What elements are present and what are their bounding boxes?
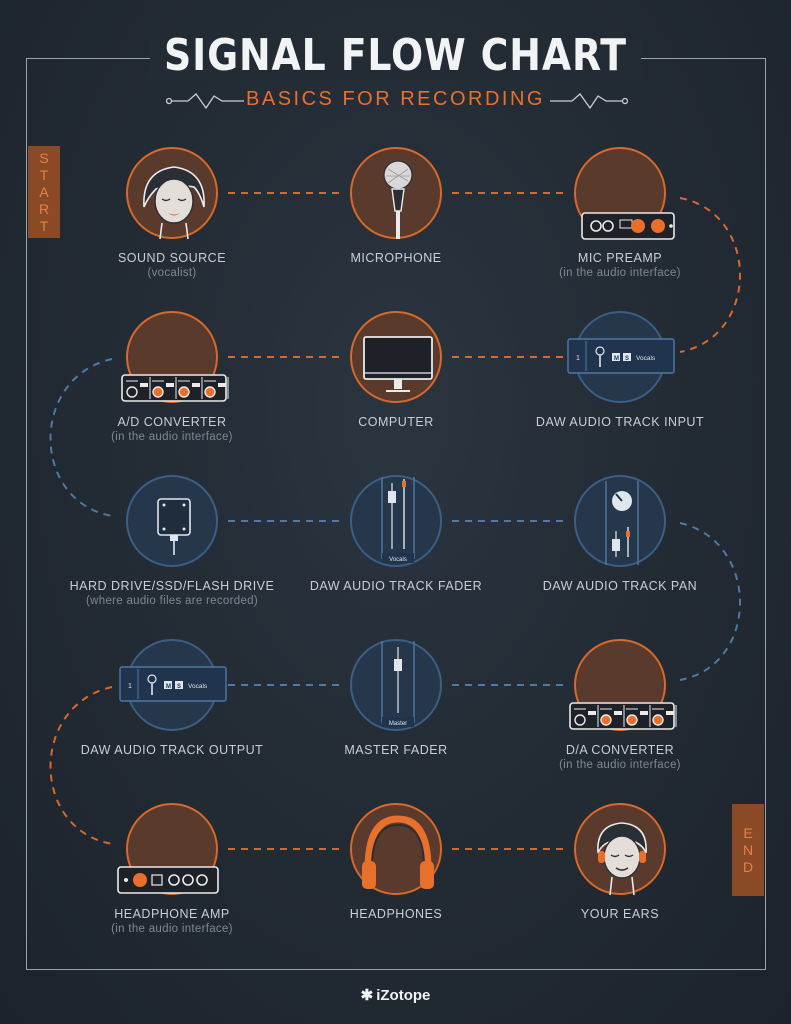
svg-text:S: S [177,684,181,690]
node-label-text: HEADPHONES [349,907,443,921]
node-label-text: A/D CONVERTER [117,415,227,429]
svg-text:M: M [614,356,619,362]
node-master-fader: Master [350,639,442,731]
node-label-text: COMPUTER [358,415,434,429]
node-label: HEADPHONES [286,907,506,921]
node-hard-drive-ssd-flash-drive [126,475,218,567]
svg-text:S: S [625,356,629,362]
connector-curve [49,686,113,845]
svg-text:Vocals: Vocals [636,355,656,362]
node-headphone-amp [117,803,219,895]
brand-logo: ✱ iZotope [0,986,791,1004]
node-label-text: SOUND SOURCE [117,251,227,265]
node-label-text: D/A CONVERTER [565,743,675,757]
node-label-text: MICROPHONE [350,251,442,265]
node-label: D/A CONVERTER (in the audio interface) [510,743,730,771]
svg-text:Vocals: Vocals [389,557,407,563]
track-strip-icon: 1 M S Vocals [119,666,227,702]
connector-curve [679,522,741,681]
node-label-text: DAW AUDIO TRACK INPUT [535,415,705,429]
node-label-text: YOUR EARS [580,907,660,921]
svg-text:1: 1 [128,683,132,690]
drive-icon [157,498,191,555]
node-daw-audio-track-output: 1 M S Vocals [119,639,227,731]
node-label: COMPUTER [286,415,506,429]
node-label: SOUND SOURCE (vocalist) [62,251,282,279]
monitor-icon [363,336,433,392]
node-label: MASTER FADER [286,743,506,757]
svg-text:Master: Master [389,721,407,727]
node-label: HEADPHONE AMP (in the audio interface) [62,907,282,935]
pan-knob-icon [605,481,639,565]
node-label: A/D CONVERTER (in the audio interface) [62,415,282,443]
node-label-text: MIC PREAMP [577,251,663,265]
headphone-amp-icon [117,866,219,894]
node-daw-audio-track-input: 1 M S Vocals [567,311,675,403]
node-label: HARD DRIVE/SSD/FLASH DRIVE (where audio f… [62,579,282,607]
preamp-icon [581,212,675,240]
node-label-text: DAW AUDIO TRACK FADER [309,579,483,593]
node-label: DAW AUDIO TRACK PAN [510,579,730,593]
izotope-logo-icon: ✱ [360,987,374,1004]
node-your-ears [574,803,666,896]
microphone-icon [383,160,413,239]
node-label-text: DAW AUDIO TRACK OUTPUT [80,743,264,757]
node-sublabel: (where audio files are recorded) [86,595,258,607]
node-label: DAW AUDIO TRACK OUTPUT [62,743,282,757]
node-label: YOUR EARS [510,907,730,921]
node-label: MICROPHONE [286,251,506,265]
node-a-d-converter [121,311,229,403]
node-sublabel: (in the audio interface) [559,267,681,279]
node-computer [350,311,442,403]
node-sublabel: (in the audio interface) [111,431,233,443]
fader-icon: Master [381,641,415,727]
node-label-text: HEADPHONE AMP [114,907,230,921]
converter-icon [121,374,229,402]
converter-icon [569,702,677,730]
svg-text:1: 1 [576,355,580,362]
node-microphone [350,147,442,239]
node-d-a-converter [569,639,677,731]
node-sublabel: (vocalist) [147,267,197,279]
node-label: MIC PREAMP (in the audio interface) [510,251,730,279]
node-label-text: MASTER FADER [344,743,448,757]
vocalist-face-icon [143,166,205,240]
node-sublabel: (in the audio interface) [111,923,233,935]
svg-text:Vocals: Vocals [188,683,208,690]
headphones-icon [362,815,434,889]
brand-name: iZotope [376,987,431,1004]
node-label-text: HARD DRIVE/SSD/FLASH DRIVE [69,579,275,593]
track-strip-icon: 1 M S Vocals [567,338,675,374]
node-daw-audio-track-fader: Vocals [350,475,442,567]
node-label: DAW AUDIO TRACK FADER [286,579,506,593]
node-mic-preamp [574,147,675,240]
fader-icon: Vocals [381,477,415,563]
node-headphones [350,803,442,895]
node-sound-source [126,147,218,240]
node-sublabel: (in the audio interface) [559,759,681,771]
node-label: DAW AUDIO TRACK INPUT [510,415,730,429]
node-daw-audio-track-pan [574,475,666,567]
listener-face-icon [597,822,647,896]
node-label-text: DAW AUDIO TRACK PAN [542,579,698,593]
svg-text:M: M [166,684,171,690]
